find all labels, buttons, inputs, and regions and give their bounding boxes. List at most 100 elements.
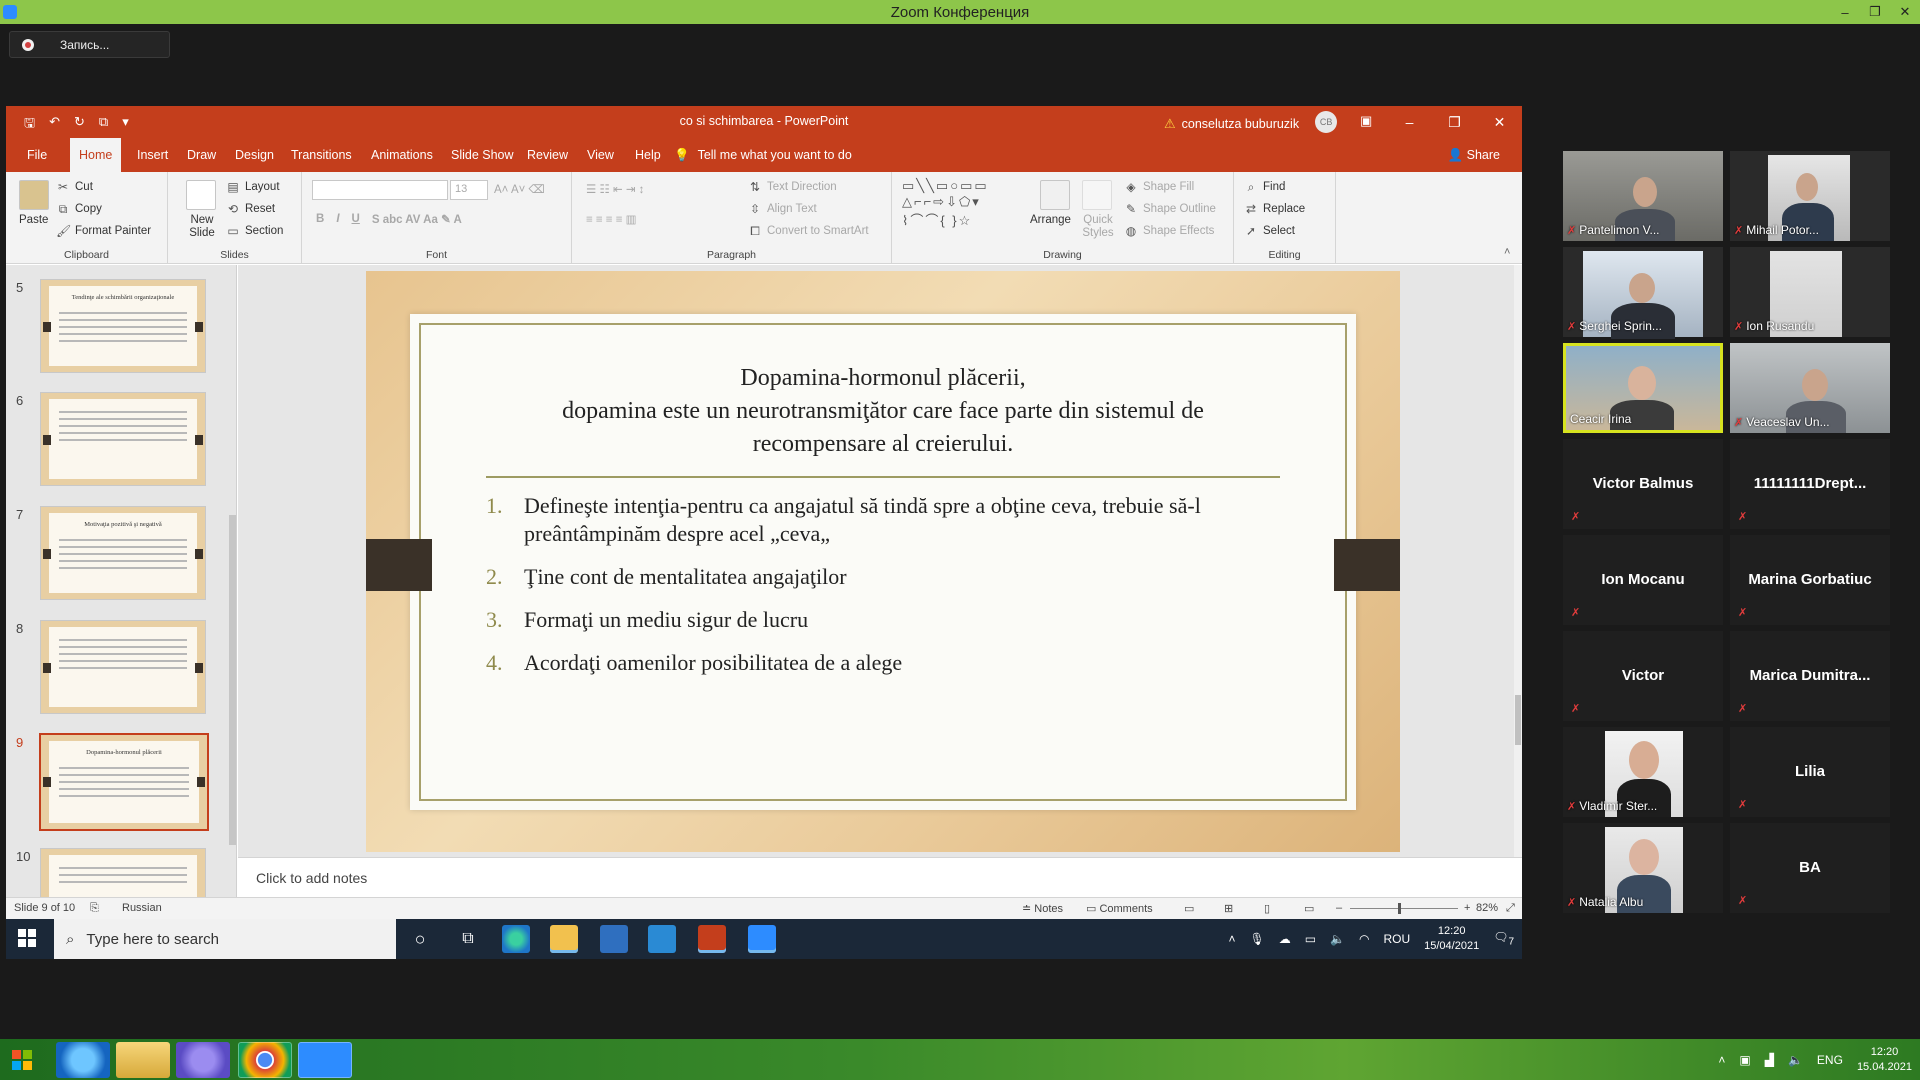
cortana-icon[interactable]: ○	[406, 925, 434, 953]
new-slide-button[interactable]: New Slide	[182, 214, 222, 240]
cloud-icon[interactable]: ☁	[1279, 932, 1291, 946]
zoom-close-button[interactable]: ✕	[1890, 0, 1920, 24]
section-button[interactable]: ▭ Section	[226, 224, 283, 238]
participant-tile[interactable]: ✗ Ion Rusandu	[1730, 247, 1890, 337]
edge-icon[interactable]	[502, 925, 530, 953]
mail-icon[interactable]	[648, 925, 676, 953]
cut-button[interactable]: ✂ Cut	[56, 180, 93, 194]
volume-icon[interactable]: 🔈	[1330, 932, 1345, 946]
recording-indicator[interactable]: Запись...	[9, 31, 170, 58]
text-direction-button[interactable]: ⇅ Text Direction	[748, 180, 837, 194]
tab-file[interactable]: File	[18, 138, 56, 172]
viber-icon[interactable]	[176, 1042, 230, 1078]
font-format-buttons[interactable]: B I U S abc AV Aa ✎ A	[316, 212, 462, 226]
shape-fill-button[interactable]: ◈ Shape Fill	[1124, 180, 1194, 194]
notifications-icon[interactable]: 🗨7	[1493, 930, 1514, 947]
share-button[interactable]: 👤 Share	[1448, 138, 1500, 172]
host-clock[interactable]: 12:20 15.04.2021	[1857, 1045, 1912, 1075]
tab-slide-show[interactable]: Slide Show	[442, 138, 523, 172]
signal-icon[interactable]: ▟	[1765, 1053, 1774, 1067]
powerpoint-icon[interactable]	[698, 925, 726, 953]
participant-tile[interactable]: Marina Gorbatiuc ✗	[1730, 535, 1890, 625]
input-language[interactable]: ROU	[1383, 932, 1410, 946]
current-slide[interactable]: Dopamina-hormonul plăcerii, dopamina est…	[366, 271, 1400, 852]
zoom-minimize-button[interactable]: –	[1830, 0, 1860, 24]
collapse-ribbon-icon[interactable]: ˄	[1504, 246, 1510, 258]
slide-sorter-icon[interactable]: ⊞	[1224, 902, 1233, 915]
paste-icon[interactable]	[19, 180, 49, 210]
zoom-out-icon[interactable]: –	[1336, 902, 1342, 914]
ribbon-display-options-icon[interactable]: ▣	[1360, 113, 1372, 129]
slide-thumbnail-9[interactable]: Dopamina-hormonul plăcerii	[39, 733, 209, 831]
tab-review[interactable]: Review	[518, 138, 577, 172]
select-button[interactable]: ➚ Select	[1244, 224, 1295, 238]
battery-icon[interactable]: ▭	[1305, 932, 1316, 946]
shape-effects-button[interactable]: ◍ Shape Effects	[1124, 224, 1215, 238]
participant-tile[interactable]: Marica Dumitra... ✗	[1730, 631, 1890, 721]
participant-tile[interactable]: BA ✗	[1730, 823, 1890, 913]
align-buttons[interactable]: ≡ ≡ ≡ ≡ ▥	[586, 212, 637, 226]
participant-tile[interactable]: ✗ Veaceslav Un...	[1730, 343, 1890, 433]
participant-tile[interactable]: Lilia ✗	[1730, 727, 1890, 817]
language-indicator[interactable]: Russian	[122, 902, 162, 914]
windows-start-icon[interactable]	[18, 929, 36, 947]
ppt-close-button[interactable]: ✕	[1477, 106, 1522, 138]
slide-thumbnail-6[interactable]	[40, 392, 206, 486]
slide-title[interactable]: Dopamina-hormonul plăcerii, dopamina est…	[470, 362, 1296, 461]
participant-tile[interactable]: ✗ Natalia Albu	[1563, 823, 1723, 913]
zoom-app-icon[interactable]	[298, 1042, 352, 1078]
zoom-app-icon[interactable]	[748, 925, 776, 953]
zoom-maximize-button[interactable]: ❐	[1860, 0, 1890, 24]
normal-view-icon[interactable]: ▭	[1184, 902, 1194, 915]
font-grow-icon[interactable]: A˄ A˅ ⌫	[494, 182, 545, 196]
zoom-level[interactable]: 82%	[1476, 902, 1498, 914]
smartart-button[interactable]: ⧠ Convert to SmartArt	[748, 224, 868, 238]
tab-insert[interactable]: Insert	[128, 138, 177, 172]
slide-scrollbar[interactable]	[1514, 265, 1522, 857]
reading-view-icon[interactable]: ▯	[1264, 902, 1270, 915]
task-view-icon[interactable]: ⧉	[454, 925, 482, 953]
tell-me-search[interactable]: 💡 Tell me what you want to do	[674, 138, 852, 172]
notes-toggle[interactable]: ≐ Notes	[1022, 902, 1063, 915]
shapes-gallery[interactable]: ▭╲╲▭○▭▭ △⌐⌐⇨⇩⬠▾ ⌇⌒⌒{ }☆	[902, 178, 989, 229]
host-input-language[interactable]: ENG	[1817, 1053, 1843, 1067]
wifi-icon[interactable]: ◠	[1359, 932, 1369, 946]
slide-thumbnail-10[interactable]	[40, 848, 206, 897]
microphone-icon[interactable]: 🎙	[1249, 932, 1264, 946]
copy-button[interactable]: ⧉ Copy	[56, 202, 102, 216]
tab-view[interactable]: View	[578, 138, 623, 172]
font-name-input[interactable]	[312, 180, 448, 200]
slide-thumbnail-5[interactable]: Tendinţe ale schimbării organizaţionale	[40, 279, 206, 373]
replace-button[interactable]: ⇄ Replace	[1244, 202, 1305, 216]
quick-styles-button[interactable]: Quick Styles	[1078, 214, 1118, 240]
file-manager-icon[interactable]	[116, 1042, 170, 1078]
network-icon[interactable]: ▣	[1739, 1053, 1750, 1067]
volume-icon[interactable]: 🔈	[1788, 1053, 1803, 1067]
spellcheck-icon[interactable]: ⎘	[90, 902, 99, 915]
ppt-restore-button[interactable]: ❐	[1432, 106, 1477, 138]
participant-tile[interactable]: ✗ Serghei Sprin...	[1563, 247, 1723, 339]
new-slide-icon[interactable]	[186, 180, 216, 210]
participant-tile[interactable]: 11111111Drept... ✗	[1730, 439, 1890, 529]
quick-styles-icon[interactable]	[1082, 180, 1112, 210]
tray-expand-icon[interactable]: ˄	[1718, 1053, 1725, 1067]
slide-thumbnail-7[interactable]: Motivaţia pozitivă şi negativă	[40, 506, 206, 600]
participant-tile[interactable]: ✗ Vladimir Ster...	[1563, 727, 1723, 817]
participant-tile[interactable]: Victor Balmus ✗	[1563, 439, 1723, 529]
participant-tile[interactable]: ✗ Pantelimon V...	[1563, 151, 1723, 241]
arrange-icon[interactable]	[1040, 180, 1070, 210]
slideshow-view-icon[interactable]: ▭	[1304, 902, 1314, 915]
zoom-slider[interactable]	[1350, 903, 1458, 914]
paste-button[interactable]: Paste	[19, 214, 48, 226]
find-button[interactable]: ⌕ Find	[1244, 180, 1286, 194]
list-buttons[interactable]: ☰ ☷ ⇤ ⇥ ↕	[586, 182, 644, 196]
reset-button[interactable]: ⟲ Reset	[226, 202, 275, 216]
comments-toggle[interactable]: ▭ Comments	[1086, 902, 1153, 915]
file-explorer-icon[interactable]	[550, 925, 578, 953]
slide-scroll-thumb[interactable]	[1515, 695, 1521, 745]
layout-button[interactable]: ▤ Layout	[226, 180, 279, 194]
tab-draw[interactable]: Draw	[178, 138, 225, 172]
participant-tile[interactable]: ✗ Mihail Potor...	[1730, 151, 1890, 241]
taskbar-search-box[interactable]: ⌕ Type here to search	[54, 919, 396, 959]
store-icon[interactable]	[600, 925, 628, 953]
